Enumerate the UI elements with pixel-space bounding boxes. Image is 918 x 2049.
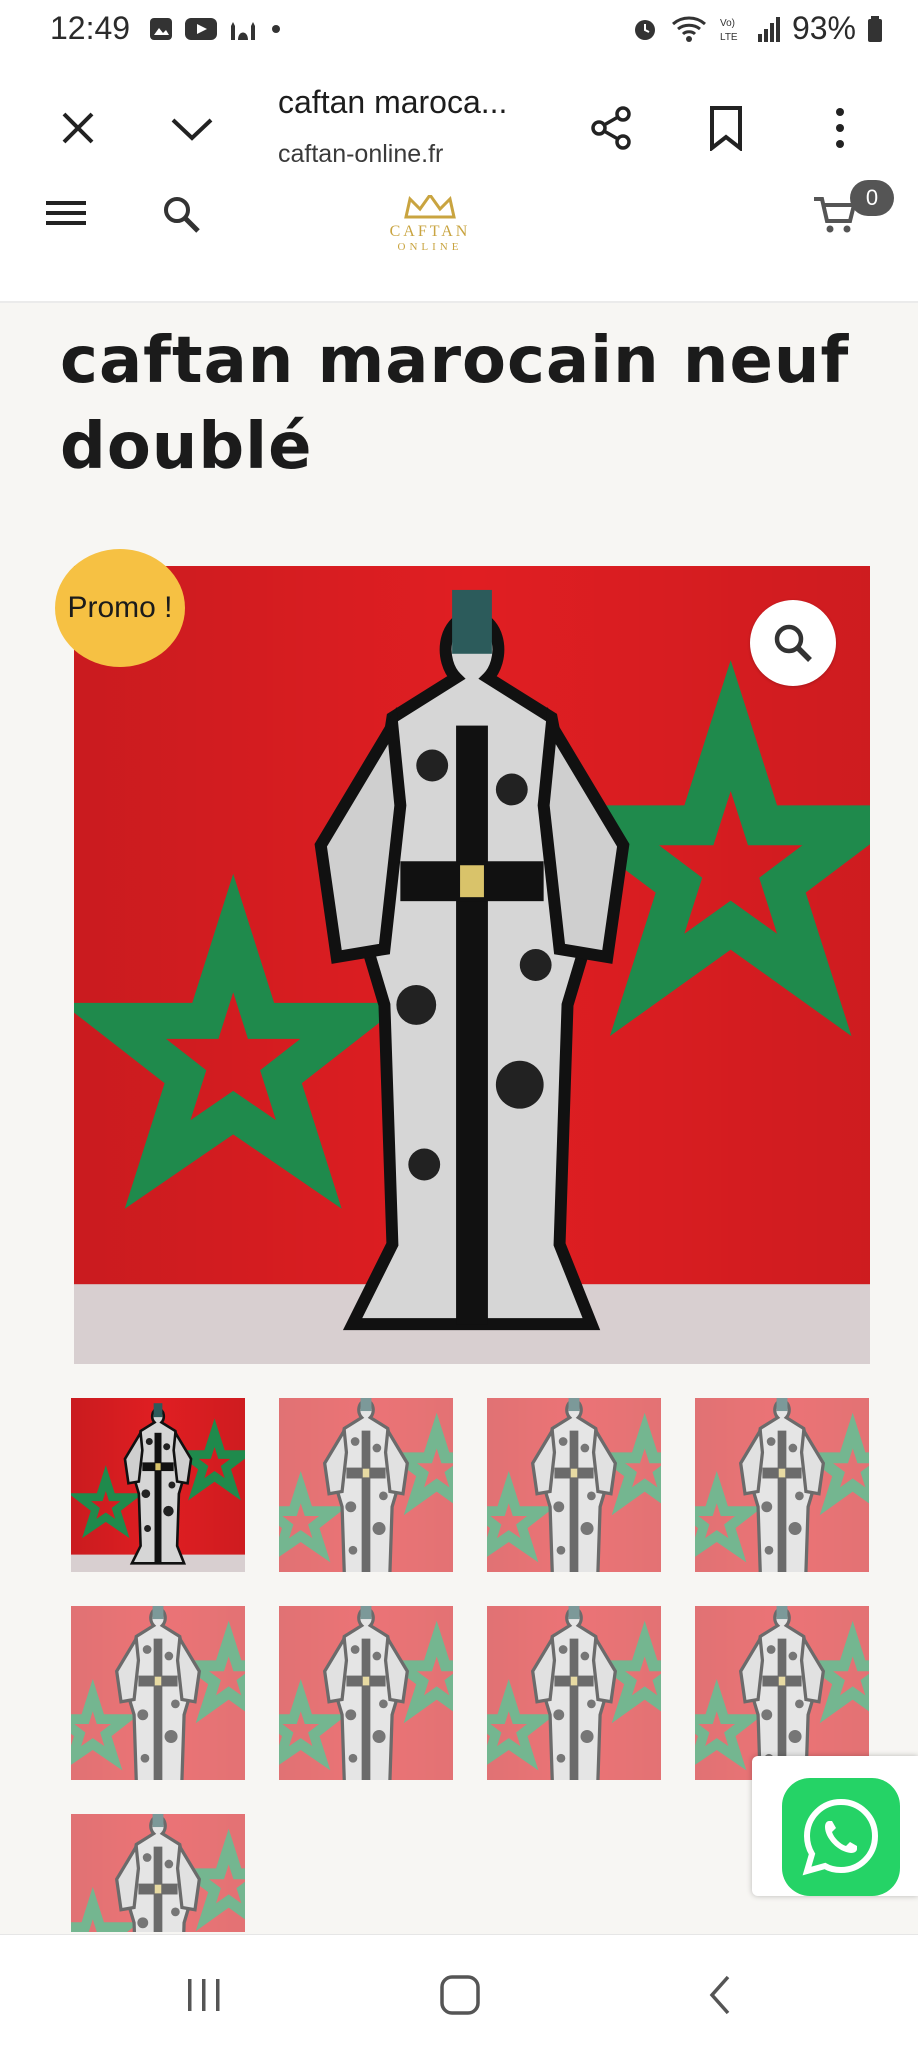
- back-button[interactable]: [690, 1965, 750, 2025]
- share-icon: [591, 106, 631, 150]
- caftan-photo: [74, 566, 870, 1364]
- main-product-image[interactable]: [74, 566, 870, 1364]
- menu-button[interactable]: [44, 195, 92, 235]
- product-thumbnail-6[interactable]: [279, 1606, 453, 1780]
- site-search-button[interactable]: [160, 195, 206, 241]
- thumbnail-photo: [487, 1606, 661, 1780]
- notification-dot-icon: [272, 25, 280, 33]
- wifi-icon: [671, 16, 706, 42]
- svg-text:Vo): Vo): [720, 18, 735, 29]
- status-time: 12:49: [50, 10, 131, 46]
- share-button[interactable]: [582, 98, 642, 158]
- home-button[interactable]: [430, 1965, 490, 2025]
- thumbnail-photo: [71, 1606, 245, 1780]
- more-vertical-icon: [836, 108, 844, 148]
- battery-percent: 93%: [791, 10, 856, 46]
- site-logo[interactable]: CAFTAN ONLINE: [375, 195, 485, 265]
- page-url[interactable]: caftan-online.fr: [278, 140, 443, 169]
- product-thumbnail-8[interactable]: [695, 1606, 869, 1780]
- status-notification-icons: [148, 16, 284, 42]
- status-right: Vo) LTE 93%: [630, 10, 884, 47]
- signal-icon: [757, 16, 780, 42]
- thumbnail-photo: [279, 1606, 453, 1780]
- minimize-button[interactable]: [162, 98, 222, 158]
- product-thumbnail-1[interactable]: [71, 1398, 245, 1572]
- close-icon: [62, 112, 94, 144]
- status-bar: 12:49 Vo) LTE 93%: [0, 0, 918, 60]
- mosque-icon: [231, 22, 255, 40]
- zoom-icon: [774, 624, 812, 662]
- recent-apps-icon: [188, 1979, 220, 2011]
- product-title: caftan marocain neuf doublé: [60, 324, 850, 484]
- thumbnail-photo: [695, 1606, 869, 1780]
- thumbnail-photo: [71, 1814, 245, 1932]
- search-icon: [164, 197, 200, 233]
- product-thumbnail-4[interactable]: [695, 1398, 869, 1572]
- browser-toolbar: caftan maroca... caftan-online.fr: [0, 60, 918, 197]
- zoom-button[interactable]: [750, 600, 836, 686]
- bookmark-button[interactable]: [696, 98, 756, 158]
- product-thumbnail-9[interactable]: [71, 1814, 245, 1932]
- svg-text:LTE: LTE: [720, 32, 738, 43]
- product-thumbnail-3[interactable]: [487, 1398, 661, 1572]
- recent-apps-button[interactable]: [174, 1965, 234, 2025]
- back-icon: [709, 1975, 730, 2015]
- more-options-button[interactable]: [810, 98, 870, 158]
- volte-icon: Vo) LTE: [720, 18, 738, 43]
- thumbnail-photo: [487, 1398, 661, 1572]
- alarm-icon: [634, 19, 655, 40]
- gallery-icon: [150, 18, 172, 40]
- logo-subtext: ONLINE: [397, 241, 463, 253]
- whatsapp-button[interactable]: [782, 1778, 900, 1896]
- promo-badge: Promo !: [55, 549, 185, 667]
- whatsapp-icon: [802, 1798, 879, 1876]
- product-thumbnail-2[interactable]: [279, 1398, 453, 1572]
- cart-count-badge: 0: [850, 180, 894, 216]
- logo-text: CAFTAN: [389, 223, 471, 240]
- chevron-down-icon: [171, 118, 213, 141]
- crown-icon: [404, 195, 456, 219]
- bookmark-icon: [710, 106, 742, 151]
- product-thumbnail-5[interactable]: [71, 1606, 245, 1780]
- thumbnail-photo: [695, 1398, 869, 1572]
- home-icon: [440, 1975, 480, 2015]
- thumbnail-photo: [279, 1398, 453, 1572]
- youtube-icon: [185, 18, 217, 40]
- battery-icon: [868, 15, 882, 42]
- page-title: caftan maroca...: [278, 84, 508, 120]
- close-tab-button[interactable]: [48, 98, 108, 158]
- thumbnail-photo: [71, 1398, 245, 1572]
- hamburger-icon: [46, 201, 86, 225]
- system-nav-bar: [0, 1934, 918, 2049]
- product-thumbnail-7[interactable]: [487, 1606, 661, 1780]
- whatsapp-widget: [752, 1756, 918, 1896]
